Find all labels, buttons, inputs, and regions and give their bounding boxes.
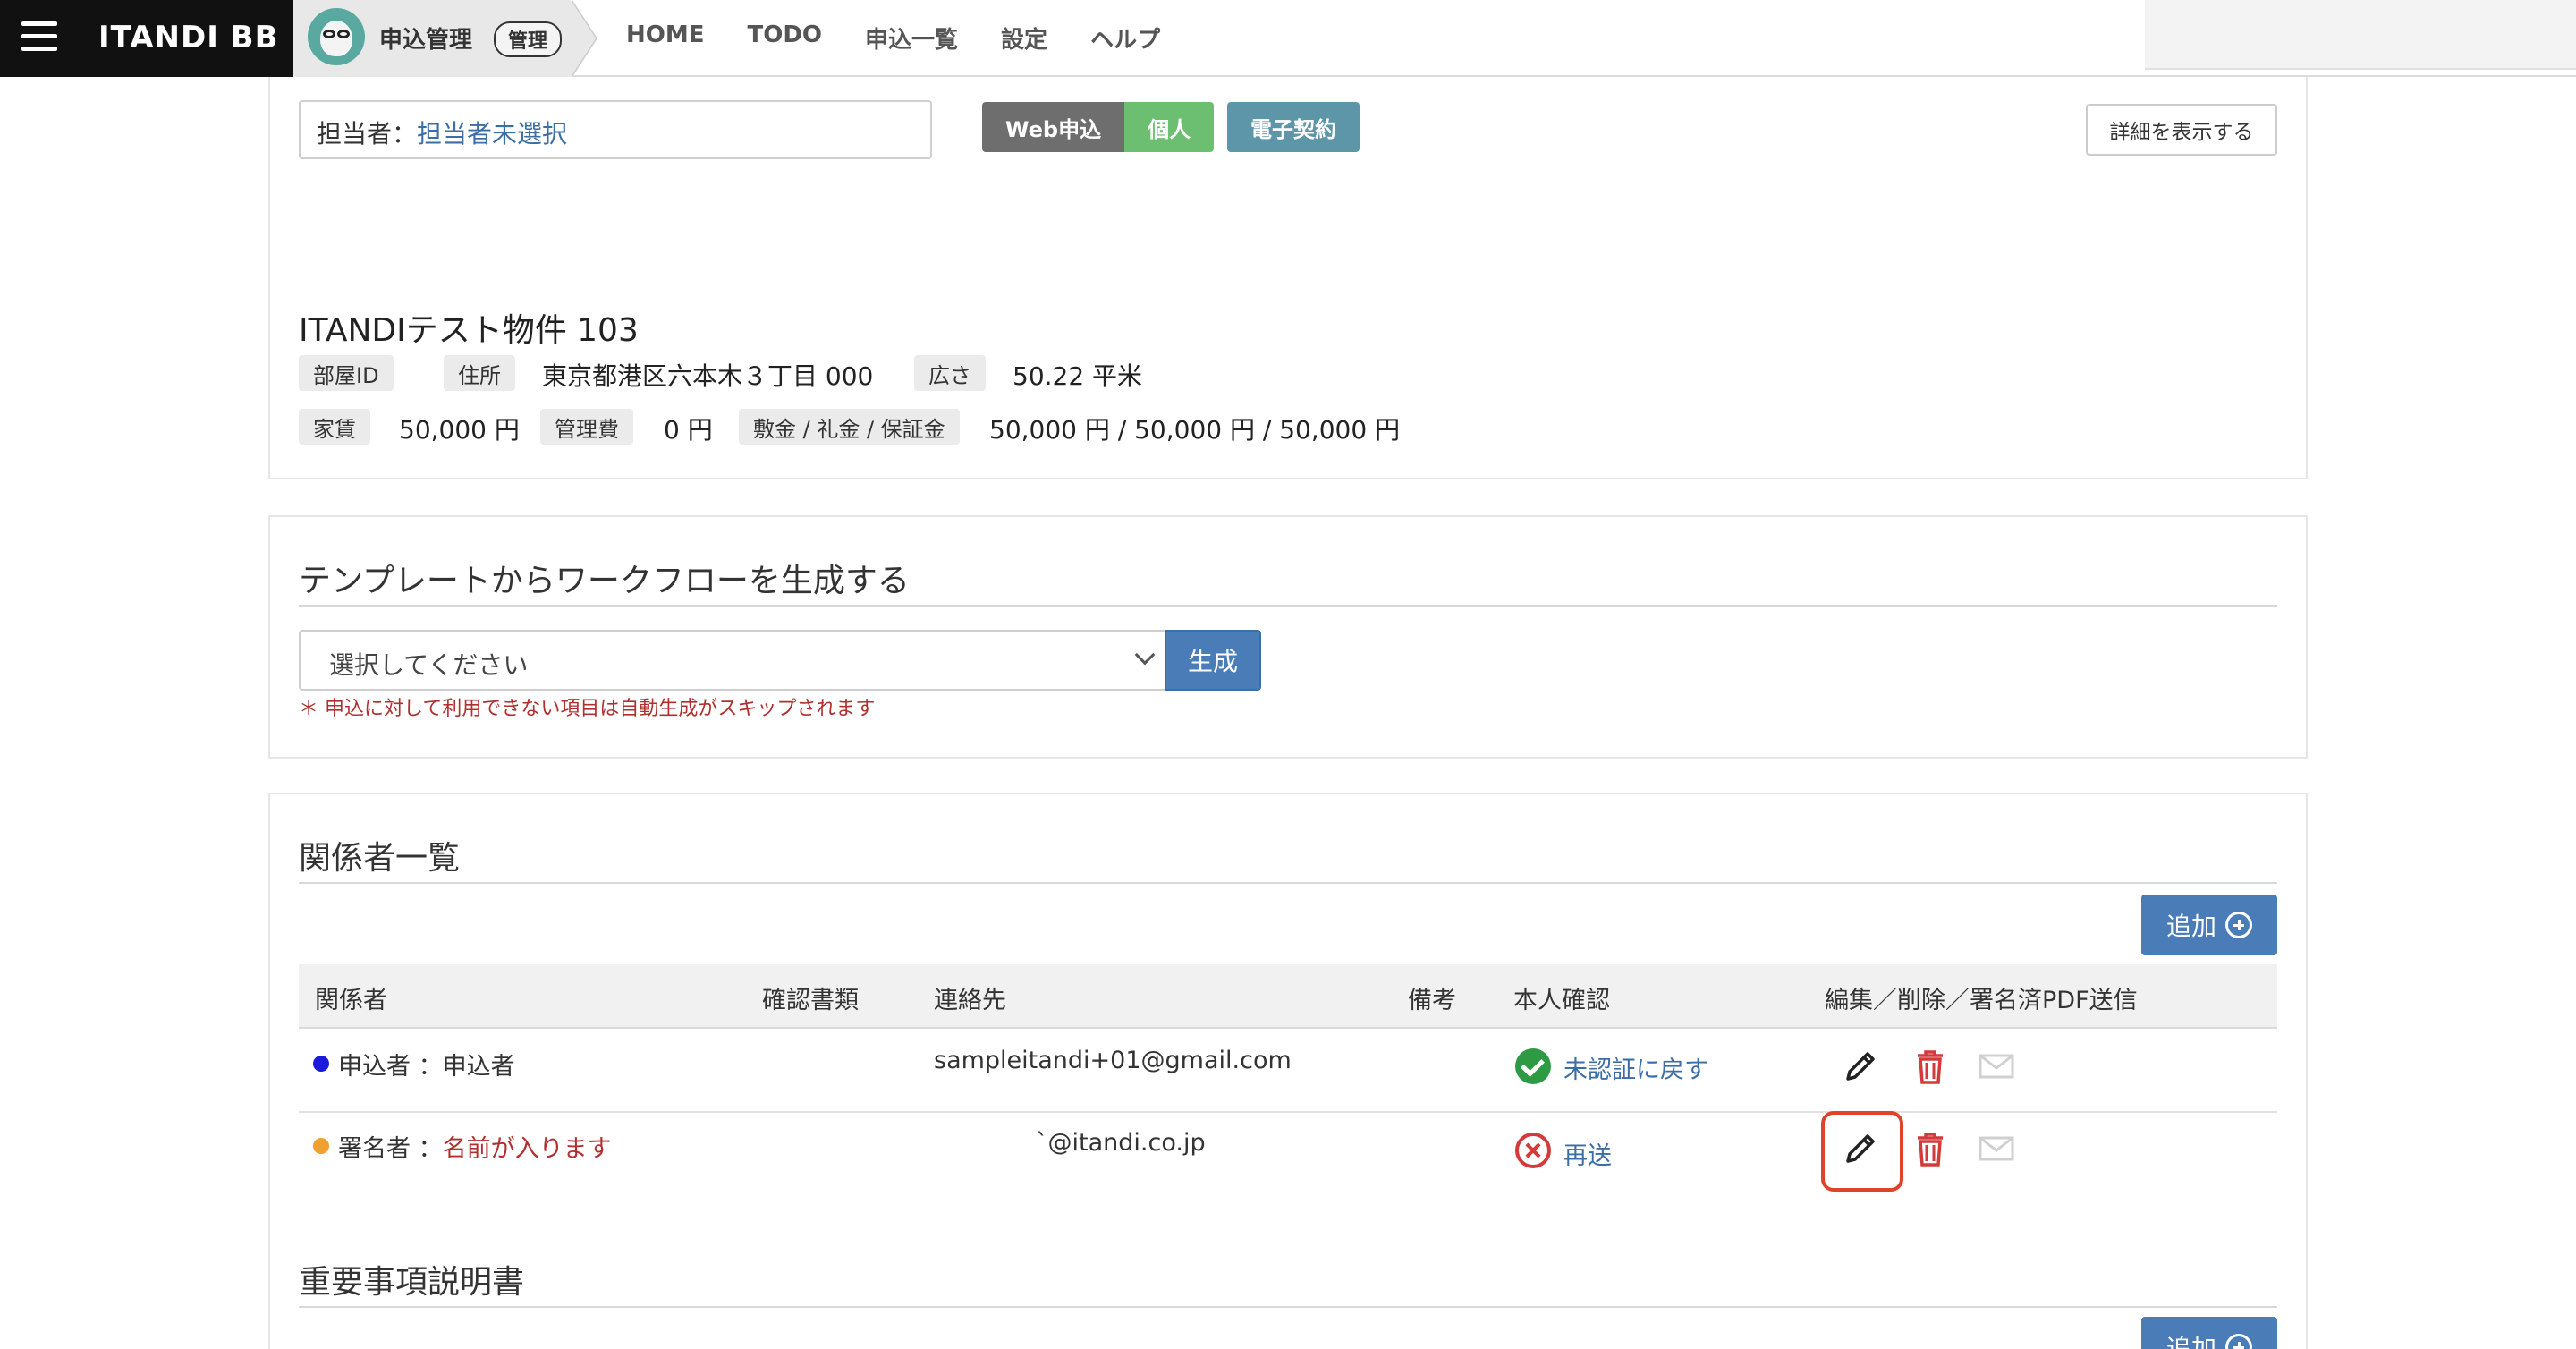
brand-logo[interactable]: ITANDI BB xyxy=(98,20,279,55)
col-notes: 備考 xyxy=(1408,987,1456,1014)
trash-delete-icon[interactable] xyxy=(1909,1045,1952,1088)
table-row: 署名者 ：名前が入ります xyxy=(338,1129,612,1164)
individual-tag: 個人 xyxy=(1124,102,1215,152)
add-important-label: 追加 xyxy=(2165,1334,2216,1349)
col-contact: 連絡先 xyxy=(934,987,1006,1014)
send-pdf-mail-icon[interactable] xyxy=(1975,1045,2018,1088)
party-name: 申込者 xyxy=(442,1053,515,1081)
col-party: 関係者 xyxy=(315,987,387,1014)
assignee-field[interactable]: 担当者：担当者未選択 xyxy=(299,100,932,159)
important-divider xyxy=(299,1306,2277,1308)
hamburger-menu-icon[interactable] xyxy=(21,21,57,54)
col-documents: 確認書類 xyxy=(762,987,859,1014)
workflow-divider xyxy=(299,605,2277,607)
plus-circle-icon xyxy=(2225,1334,2252,1349)
party-role: 署名者 xyxy=(338,1135,411,1163)
address-value: 東京都港区六本木３丁目 000 xyxy=(542,361,874,391)
parties-title: 関係者一覧 xyxy=(299,840,461,877)
pencil-edit-icon[interactable] xyxy=(1839,1045,1882,1088)
main-nav: HOME TODO 申込一覧 設定 ヘルプ xyxy=(626,21,1160,55)
party-sep: ： xyxy=(418,1053,443,1081)
party-contact: `@itandi.co.jp xyxy=(1036,1129,1206,1157)
party-sep: ： xyxy=(418,1135,443,1163)
brand-area: ITANDI BB xyxy=(0,0,293,77)
trash-delete-icon[interactable] xyxy=(1909,1127,1952,1170)
room-id-label: 部屋ID xyxy=(299,355,394,391)
topbar-right-area xyxy=(2145,0,2576,70)
x-circle-icon xyxy=(1515,1133,1551,1168)
send-pdf-mail-icon[interactable] xyxy=(1975,1127,2018,1170)
top-bar: ITANDI BB 申込管理 管理 HOME TODO 申込一覧 設定 ヘルプ xyxy=(0,0,2576,77)
nav-help[interactable]: ヘルプ xyxy=(1090,21,1160,55)
col-actions: 編集／削除／署名済PDF送信 xyxy=(1825,987,2138,1014)
template-select[interactable]: 選択してください xyxy=(299,630,1166,691)
admin-badge: 管理 xyxy=(494,21,563,57)
assignee-label: 担当者： xyxy=(317,119,418,148)
app-tab-arrow xyxy=(571,0,596,77)
check-circle-icon xyxy=(1515,1048,1551,1084)
rent-label: 家賃 xyxy=(299,409,370,445)
application-tags: Web申込 個人 xyxy=(982,102,1215,152)
important-matters-title: 重要事項説明書 xyxy=(299,1264,525,1301)
col-identity: 本人確認 xyxy=(1513,987,1610,1014)
deposit-value: 50,000 円 / 50,000 円 / 50,000 円 xyxy=(989,415,1401,445)
assignee-value[interactable]: 担当者未選択 xyxy=(417,119,567,148)
row-divider xyxy=(299,1111,2277,1113)
add-party-button[interactable]: 追加 xyxy=(2141,895,2277,955)
address-label: 住所 xyxy=(444,355,515,391)
deposit-label: 敷金 / 礼金 / 保証金 xyxy=(739,409,960,445)
revert-unverified-link[interactable]: 未認証に戻す xyxy=(1563,1050,1708,1085)
party-contact: sampleitandi+01@gmail.com xyxy=(934,1047,1292,1074)
nav-settings[interactable]: 設定 xyxy=(1001,21,1047,55)
rent-value: 50,000 円 xyxy=(399,415,520,445)
party-status-dot xyxy=(313,1056,329,1072)
generate-button[interactable]: 生成 xyxy=(1165,630,1261,691)
table-row: 申込者 ：申込者 xyxy=(338,1047,515,1082)
add-party-label: 追加 xyxy=(2165,912,2216,941)
property-name: ITANDIテスト物件 103 xyxy=(299,312,639,349)
party-name: 名前が入ります xyxy=(442,1135,612,1163)
web-application-tag: Web申込 xyxy=(982,102,1125,152)
pencil-edit-icon[interactable] xyxy=(1839,1127,1882,1170)
plus-circle-icon xyxy=(2225,912,2252,938)
show-details-button[interactable]: 詳細を表示する xyxy=(2086,104,2277,156)
workflow-title: テンプレートからワークフローを生成する xyxy=(299,563,910,599)
parties-divider xyxy=(299,882,2277,884)
nav-todo[interactable]: TODO xyxy=(748,21,823,55)
e-contract-tag: 電子契約 xyxy=(1227,102,1360,152)
area-value: 50.22 平米 xyxy=(1013,361,1143,391)
nav-application-list[interactable]: 申込一覧 xyxy=(865,21,958,55)
nav-home[interactable]: HOME xyxy=(626,21,705,55)
workflow-note: ＊ 申込に対して利用できない項目は自動生成がスキップされます xyxy=(299,698,876,720)
area-label: 広さ xyxy=(914,355,986,391)
mascot-avatar-icon xyxy=(308,8,365,65)
app-title[interactable]: 申込管理 xyxy=(379,21,472,55)
add-important-button[interactable]: 追加 xyxy=(2141,1317,2277,1349)
management-fee-value: 0 円 xyxy=(664,415,713,445)
party-role: 申込者 xyxy=(338,1053,411,1081)
management-fee-label: 管理費 xyxy=(540,409,633,445)
party-status-dot xyxy=(313,1138,329,1154)
resend-link[interactable]: 再送 xyxy=(1563,1136,1612,1171)
